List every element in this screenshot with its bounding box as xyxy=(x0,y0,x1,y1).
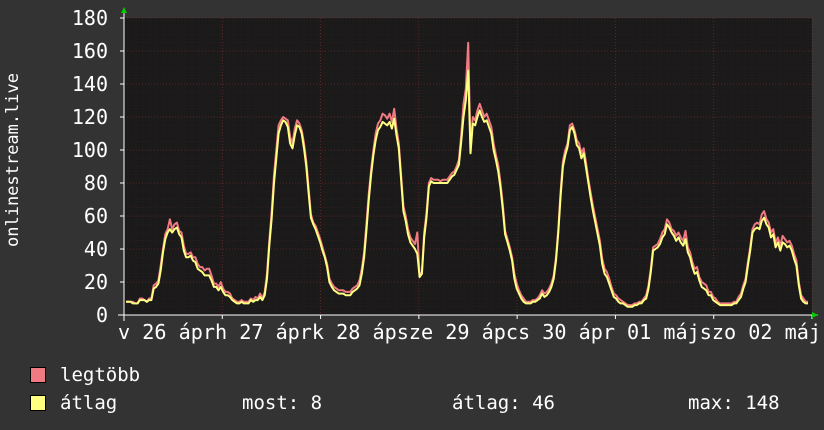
y-tick-label: 60 xyxy=(84,204,108,228)
y-tick-label: 20 xyxy=(84,270,108,294)
y-tick-label: 0 xyxy=(96,303,108,327)
legend-item-avg: átlag xyxy=(30,392,117,414)
y-tick-label: 80 xyxy=(84,171,108,195)
chart-panel: 0 20 40 60 80 100 120 140 160 180 v 26 áprh 27 áp… xyxy=(0,0,824,430)
legend-label-max: legtöbb xyxy=(60,364,141,386)
y-axis: 0 20 40 60 80 100 120 140 160 180 xyxy=(72,6,124,327)
x-axis: v 26 áprh 27 áprk 28 ápsze 29 ápcs 30 áp… xyxy=(118,315,821,344)
y-axis-title: onlinestream.live xyxy=(0,0,26,320)
legend-label-avg: átlag xyxy=(60,392,118,414)
stat-average: átlag: 46 xyxy=(452,392,555,414)
y-axis-title-text: onlinestream.live xyxy=(3,73,23,247)
stat-maximum: max: 148 xyxy=(688,392,780,414)
legend-swatch-max xyxy=(30,367,46,383)
y-tick-label: 100 xyxy=(72,138,108,162)
x-axis-arrow xyxy=(812,312,818,318)
legend-swatch-avg xyxy=(30,395,46,411)
legend-item-max: legtöbb xyxy=(30,364,140,386)
y-tick-label: 180 xyxy=(72,6,108,30)
y-tick-label: 120 xyxy=(72,105,108,129)
stat-current: most: 8 xyxy=(242,392,323,414)
y-axis-arrow xyxy=(121,7,127,13)
y-tick-label: 40 xyxy=(84,237,108,261)
line-chart: 0 20 40 60 80 100 120 140 160 180 v 26 áprh 27 áp… xyxy=(72,6,821,344)
x-tick-labels: v 26 áprh 27 áprk 28 ápsze 29 ápcs 30 áp… xyxy=(118,320,821,344)
y-tick-label: 140 xyxy=(72,72,108,96)
y-tick-label: 160 xyxy=(72,39,108,63)
